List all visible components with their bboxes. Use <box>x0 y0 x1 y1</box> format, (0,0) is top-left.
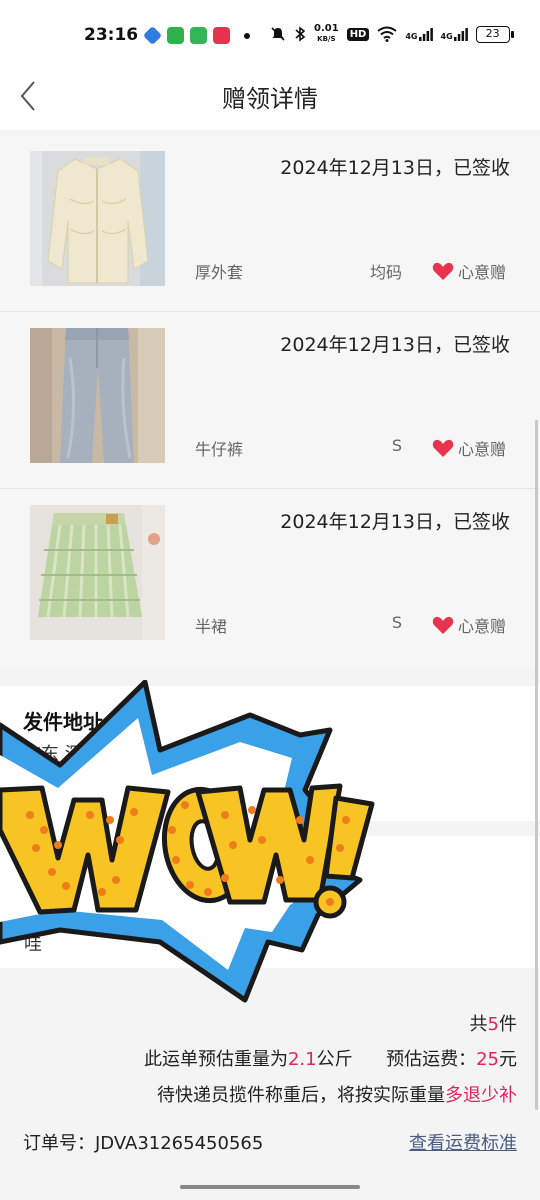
item-date: 2024年12月13日，已签收 <box>280 511 510 533</box>
app-icon-blue <box>142 25 163 46</box>
status-indicators: 0.01 KB/S HD 4G 4G 23 <box>270 23 514 44</box>
app-icon-music <box>213 27 230 44</box>
home-indicator[interactable] <box>180 1185 360 1189</box>
mute-bell-icon <box>271 27 285 41</box>
item-tag: 心意赠 <box>432 613 506 637</box>
nav-bar: 赠领详情 <box>0 70 540 130</box>
wifi-icon <box>377 26 397 42</box>
app-icon-green <box>190 27 207 44</box>
shipping-summary: 共5件 此运单预估重量为2.1公斤 预估运费：25元 待快递员揽件称重后，将按实… <box>0 990 540 1165</box>
item-name: 厚外套 <box>195 263 244 282</box>
page-title: 赠领详情 <box>222 85 318 113</box>
status-app-icons <box>142 25 250 46</box>
item-tag-label: 心意赠 <box>457 440 506 459</box>
battery-icon: 23 <box>475 25 514 43</box>
status-time: 23:16 <box>84 25 139 45</box>
weight-fee-line: 此运单预估重量为2.1公斤 预估运费：25元 <box>143 1049 517 1070</box>
signal-bars-icon <box>418 28 433 41</box>
fee-standard-link[interactable]: 查看运费标准 <box>409 1129 517 1155</box>
items-list: 2024年12月13日，已签收 厚外套 均码 心意赠 2024年12月13日，已… <box>0 135 540 668</box>
list-item[interactable]: 2024年12月13日，已签收 牛仔裤 S 心意赠 <box>0 312 540 489</box>
item-tag: 心意赠 <box>432 436 506 460</box>
item-name: 半裙 <box>195 617 228 636</box>
address-heading: 发件地址 <box>23 710 103 734</box>
list-item[interactable]: 2024年12月13日，已签收 半裙 S 心意赠 <box>0 489 540 666</box>
refund-note: 待快递员揽件称重后，将按实际重量多退少补 <box>157 1085 517 1106</box>
address-text: 广东 深圳 <box>23 744 101 765</box>
item-tag: 心意赠 <box>432 259 506 283</box>
item-photo-coat <box>30 151 165 286</box>
signal-4g-2: 4G <box>441 27 468 41</box>
item-tag-label: 心意赠 <box>457 617 506 636</box>
notification-dot-icon <box>244 32 250 39</box>
hd-badge: HD <box>346 27 370 41</box>
item-size: S <box>391 613 402 632</box>
item-photo-skirt <box>30 505 165 640</box>
item-tag-label: 心意赠 <box>457 263 506 282</box>
status-bar: 23:16 0.01 KB/S HD 4G 4G 23 <box>0 0 540 70</box>
heart-icon <box>432 616 454 634</box>
bluetooth-icon <box>295 26 306 42</box>
item-count: 共5件 <box>469 1014 517 1035</box>
item-photo-jeans <box>30 328 165 463</box>
list-item[interactable]: 2024年12月13日，已签收 厚外套 均码 心意赠 <box>0 135 540 312</box>
sender-address-card: 发件地址 广东 深圳 <box>0 686 540 821</box>
heart-icon <box>432 262 454 280</box>
item-name: 牛仔裤 <box>195 440 244 459</box>
heart-icon <box>432 439 454 457</box>
receiver-text: 哇 <box>24 934 42 955</box>
app-icon-message <box>167 27 184 44</box>
signal-bars-icon <box>453 28 468 41</box>
order-number: 订单号：JDVA31265450565 <box>23 1133 264 1154</box>
receiver-card: 哇 <box>0 836 540 968</box>
item-size: S <box>391 436 402 455</box>
net-speed: 0.01 KB/S <box>314 23 339 44</box>
scrollbar[interactable] <box>535 420 538 1110</box>
item-size: 均码 <box>369 263 402 282</box>
item-date: 2024年12月13日，已签收 <box>280 157 510 179</box>
item-date: 2024年12月13日，已签收 <box>280 334 510 356</box>
signal-4g-1: 4G <box>405 27 433 41</box>
